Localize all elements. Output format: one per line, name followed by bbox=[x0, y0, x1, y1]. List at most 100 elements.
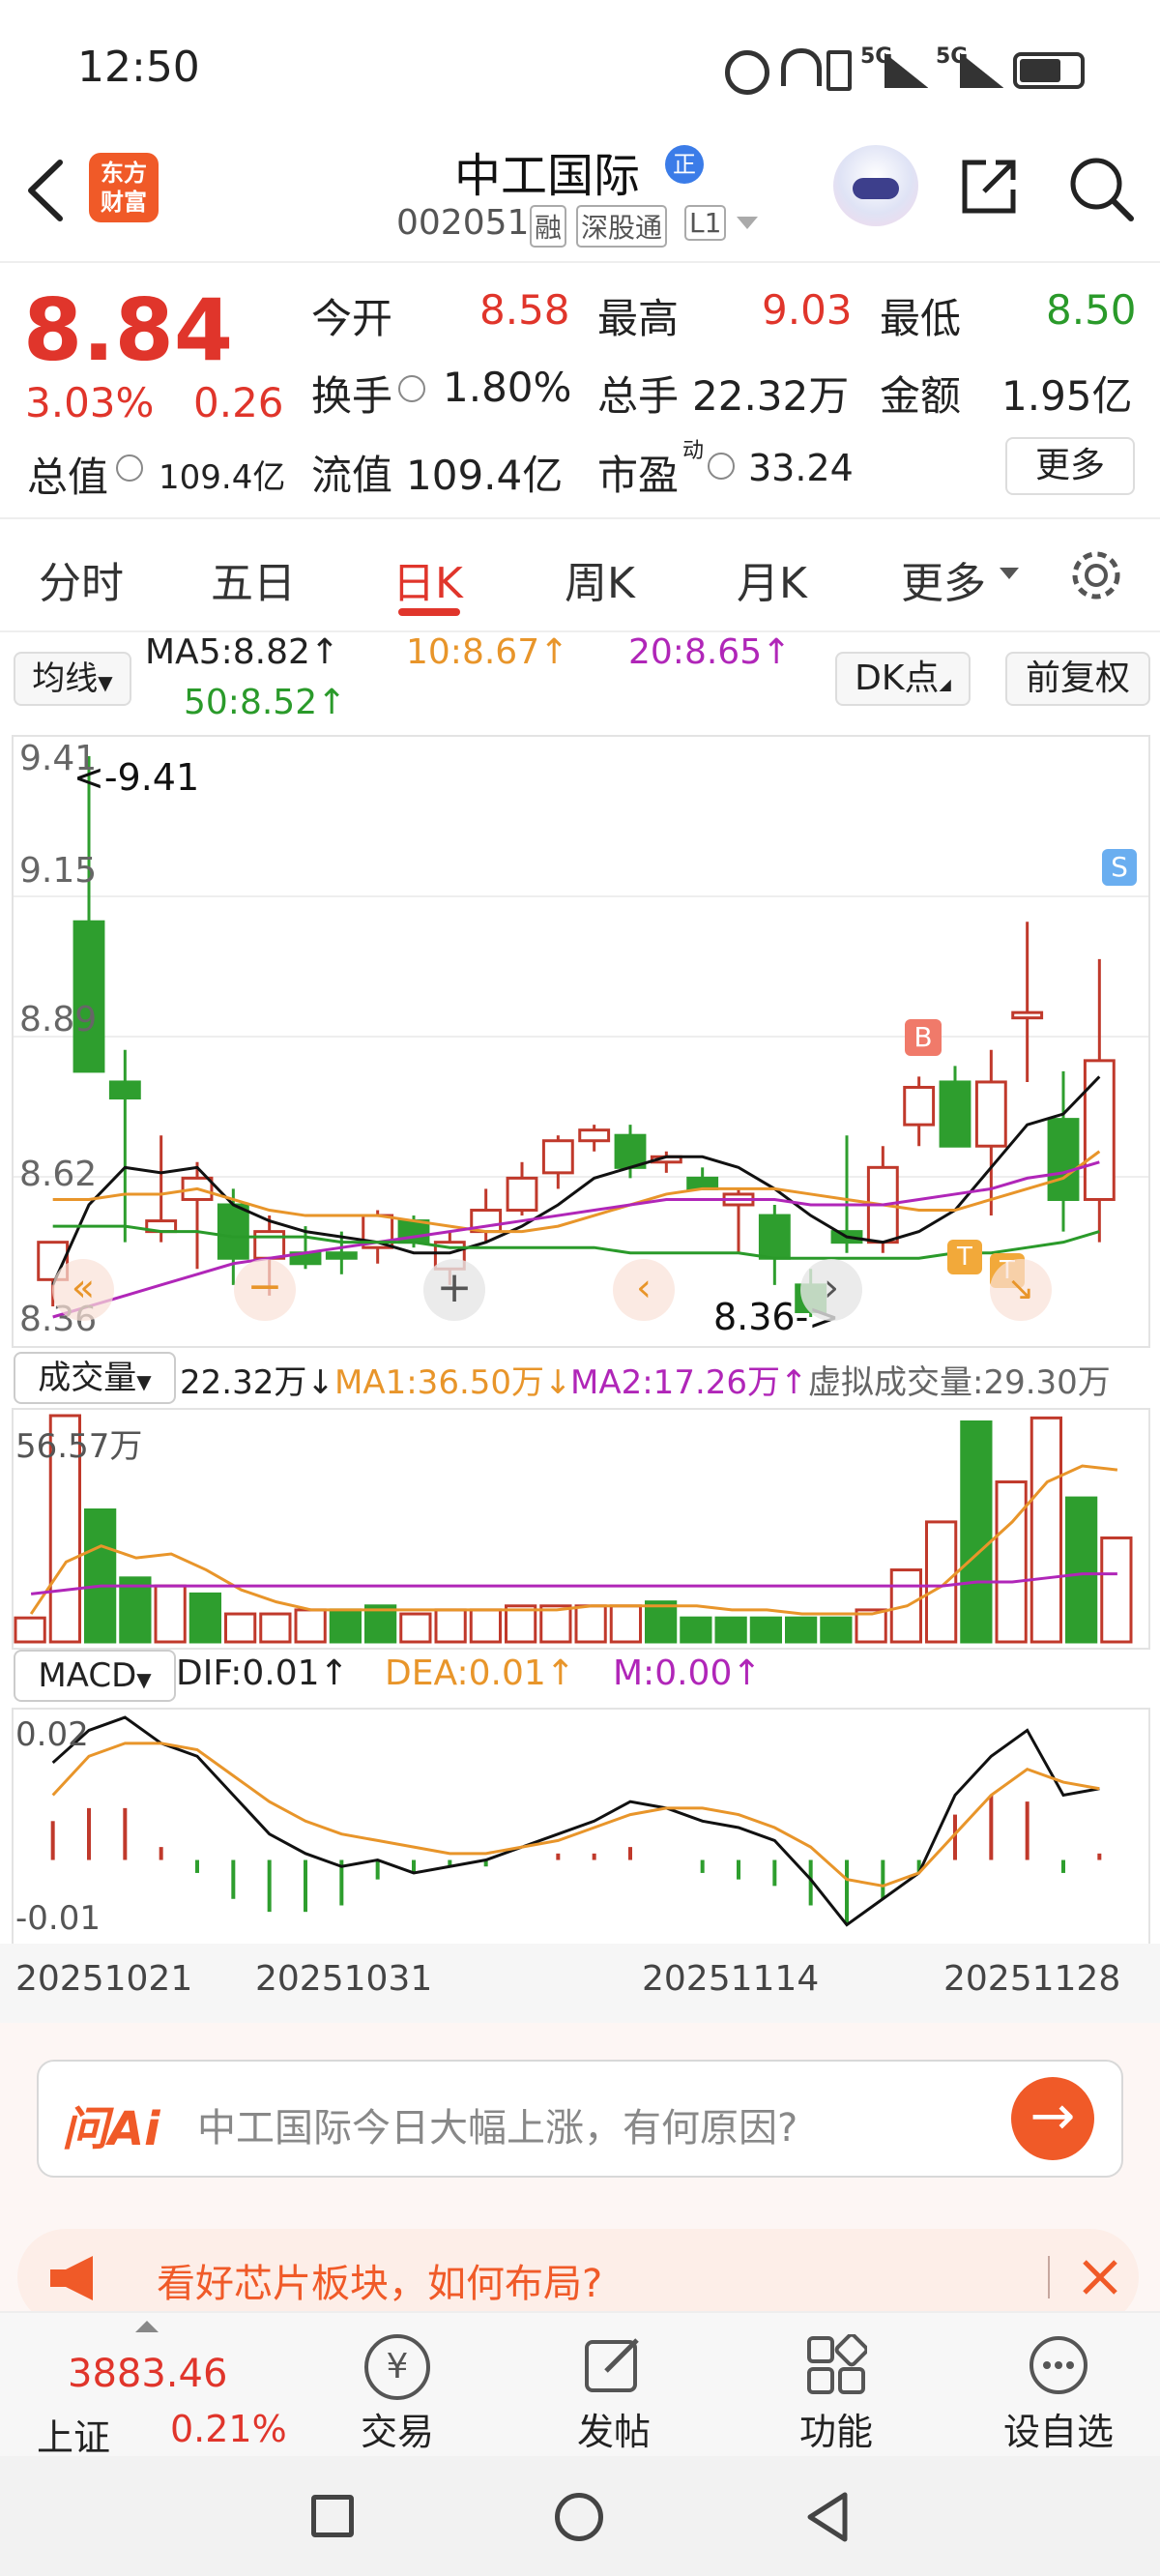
arrow-right-icon[interactable]: → bbox=[1011, 2077, 1094, 2160]
logo-line-1: 东方 bbox=[101, 160, 147, 187]
ma-selector[interactable]: 均线▼ bbox=[14, 652, 131, 706]
divider bbox=[1048, 2256, 1050, 2298]
volume-bar bbox=[645, 1600, 678, 1644]
volume-bar bbox=[14, 1616, 46, 1644]
turnover-label: 换手 bbox=[311, 372, 393, 420]
system-nav-bar bbox=[0, 2456, 1160, 2576]
volume-bar bbox=[1100, 1536, 1133, 1644]
candle-body bbox=[578, 1128, 611, 1143]
volume-bar bbox=[1030, 1416, 1062, 1644]
mktcap-label: 总值 bbox=[27, 454, 109, 501]
tag-connect: 深股通 bbox=[576, 205, 668, 248]
date-label: 20251021 bbox=[15, 1959, 193, 1999]
zoom-out-icon[interactable]: − bbox=[234, 1259, 296, 1321]
tab-more[interactable]: 更多 bbox=[901, 548, 986, 610]
nav-functions[interactable] bbox=[764, 2332, 909, 2400]
float-label: 流值 bbox=[311, 452, 393, 499]
logo-line-2: 财富 bbox=[101, 189, 147, 216]
scroll-left-fast-icon[interactable]: « bbox=[52, 1259, 114, 1321]
date-label: 20251128 bbox=[943, 1959, 1121, 1999]
info-icon bbox=[398, 375, 425, 402]
y-label-4: 8.62 bbox=[19, 1155, 98, 1194]
more-button[interactable]: 更多 bbox=[1005, 437, 1135, 495]
status-bar: 12:50 5G 5G bbox=[0, 0, 1160, 135]
search-icon[interactable] bbox=[1065, 153, 1135, 222]
pe-label: 市盈 bbox=[597, 452, 680, 499]
nav-trade-label: 交易 bbox=[360, 2411, 434, 2453]
ask-ai-brand: 问Ai bbox=[62, 2102, 160, 2156]
headphone-icon bbox=[781, 48, 822, 86]
t-marker: T bbox=[947, 1240, 982, 1274]
nav-post[interactable] bbox=[541, 2334, 686, 2400]
volume-bar bbox=[1065, 1496, 1098, 1644]
virtual-volume-label: 虚拟成交量:29.30万 bbox=[808, 1363, 1111, 1402]
signal-icon bbox=[960, 53, 1003, 88]
ai-robot-icon[interactable] bbox=[833, 145, 918, 226]
index-value[interactable]: 3883.46 bbox=[68, 2352, 227, 2396]
kline-chart[interactable]: 9.41 9.15 8.89 8.62 8.36 <-9.41 8.36-> B… bbox=[12, 735, 1150, 1348]
candle-body bbox=[1083, 1059, 1116, 1201]
ask-ai-box[interactable]: 问Ai 中工国际今日大幅上涨，有何原因? → bbox=[37, 2060, 1123, 2178]
close-icon[interactable] bbox=[1081, 2258, 1119, 2297]
candle-body bbox=[1047, 1118, 1080, 1201]
scroll-right-icon[interactable]: › bbox=[800, 1259, 862, 1321]
tab-monthly-k[interactable]: 月K bbox=[737, 548, 807, 610]
chevron-down-icon bbox=[1000, 568, 1019, 579]
date-label: 20251114 bbox=[642, 1959, 820, 1999]
candle-body bbox=[506, 1176, 538, 1213]
nav-post-label: 发帖 bbox=[576, 2411, 651, 2453]
nav-functions-label: 功能 bbox=[798, 2411, 873, 2453]
volume-chart[interactable]: 56.57万 bbox=[12, 1408, 1150, 1650]
scroll-left-icon[interactable]: ‹ bbox=[613, 1259, 675, 1321]
tab-five-day[interactable]: 五日 bbox=[211, 548, 296, 610]
nav-trade[interactable]: ¥ bbox=[325, 2334, 470, 2400]
app-logo[interactable]: 东方 财富 bbox=[89, 153, 159, 222]
info-icon bbox=[116, 454, 143, 482]
volume-bar bbox=[749, 1616, 782, 1644]
dropdown-icon[interactable] bbox=[737, 217, 758, 230]
battery-saver-icon bbox=[826, 50, 852, 91]
macd-dif-label: DIF:0.01↑ bbox=[176, 1654, 349, 1693]
tab-weekly-k[interactable]: 周K bbox=[565, 548, 635, 610]
settings-gear-icon[interactable] bbox=[1067, 546, 1125, 604]
fullscreen-icon[interactable]: ↘ bbox=[990, 1259, 1052, 1321]
volume-bar bbox=[960, 1420, 993, 1644]
tab-intraday[interactable]: 分时 bbox=[39, 548, 124, 610]
max-price-label: <-9.41 bbox=[73, 756, 200, 799]
amount-label: 金额 bbox=[880, 372, 962, 420]
macd-chart[interactable]: 0.02 -0.01 bbox=[12, 1708, 1150, 1947]
recent-apps-icon[interactable] bbox=[311, 2495, 354, 2537]
amount-value: 1.95亿 bbox=[1001, 372, 1133, 420]
volume-label: 总手 bbox=[597, 372, 680, 420]
macd-selector[interactable]: MACD▼ bbox=[14, 1650, 176, 1702]
volume-value-label: 22.32万↓ bbox=[180, 1363, 334, 1402]
candle-body bbox=[217, 1203, 249, 1260]
share-icon[interactable] bbox=[957, 155, 1021, 219]
volume-selector[interactable]: 成交量▼ bbox=[14, 1352, 176, 1404]
ma5-label: MA5:8.82↑ bbox=[145, 632, 340, 672]
candle-body bbox=[974, 1080, 1007, 1148]
back-nav-icon[interactable] bbox=[804, 2491, 851, 2543]
home-icon[interactable] bbox=[555, 2493, 603, 2541]
nav-add-watchlist[interactable] bbox=[986, 2334, 1131, 2400]
ask-ai-question: 中工国际今日大幅上涨，有何原因? bbox=[197, 2106, 798, 2151]
back-icon[interactable] bbox=[21, 157, 70, 224]
tab-daily-k[interactable]: 日K bbox=[392, 548, 463, 610]
alarm-icon bbox=[725, 50, 769, 95]
macd-dif-line bbox=[51, 1715, 1100, 1927]
ma50-label: 50:8.52↑ bbox=[184, 683, 347, 722]
dk-point-button[interactable]: DK点◢ bbox=[835, 652, 971, 706]
macd-svg bbox=[50, 1715, 1102, 1927]
adjust-button[interactable]: 前复权 bbox=[1005, 652, 1150, 706]
ma-selector-label: 均线 bbox=[32, 659, 99, 698]
y-label-3: 8.89 bbox=[19, 1000, 98, 1039]
status-time: 12:50 bbox=[77, 43, 200, 92]
change-amount: 0.26 bbox=[193, 379, 284, 426]
battery-icon bbox=[1013, 52, 1085, 89]
macd-axis-bottom: -0.01 bbox=[15, 1899, 101, 1938]
zoom-in-icon[interactable]: + bbox=[423, 1259, 485, 1321]
candle-body bbox=[1011, 1010, 1044, 1020]
candle-body bbox=[686, 1176, 719, 1190]
info-icon bbox=[708, 453, 735, 480]
high-value: 9.03 bbox=[762, 286, 853, 334]
